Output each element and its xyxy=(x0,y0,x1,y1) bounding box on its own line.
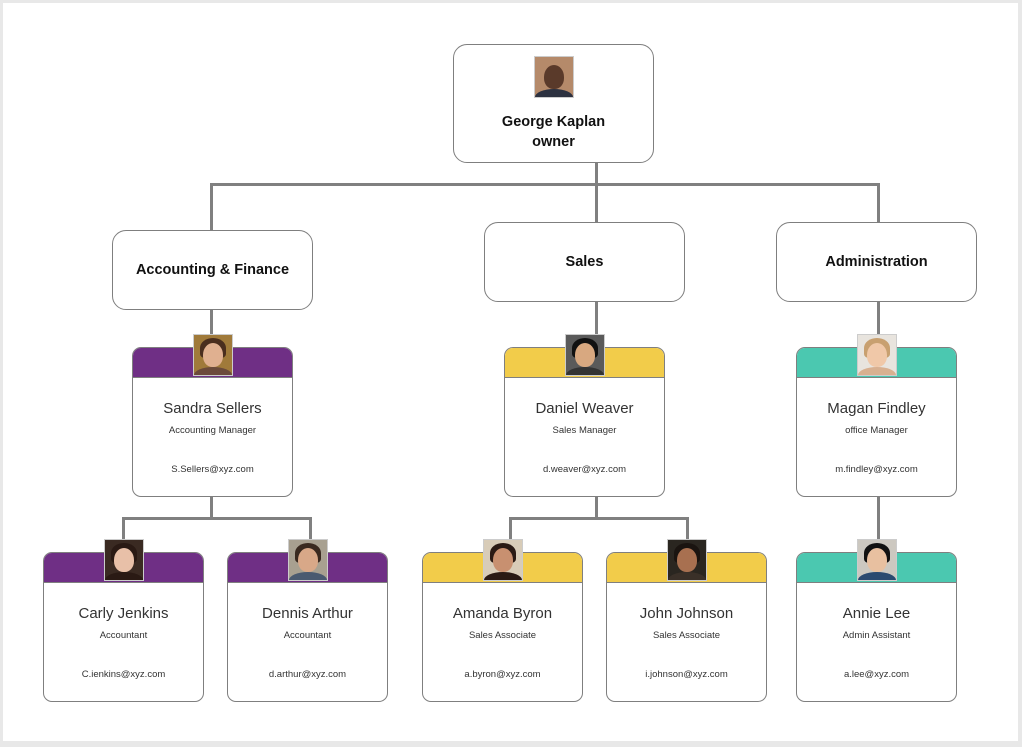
employee-email[interactable]: a.byron@xyz.com xyxy=(423,669,582,680)
department-accounting[interactable]: Accounting & Finance xyxy=(112,230,313,310)
employee-role: Sales Manager xyxy=(552,425,617,436)
employee-name: Carly Jenkins xyxy=(78,605,169,622)
employee-email[interactable]: m.findley@xyz.com xyxy=(797,464,956,475)
department-sales[interactable]: Sales xyxy=(484,222,685,302)
connector-to-administration xyxy=(877,183,880,223)
employee-email[interactable]: i.johnson@xyz.com xyxy=(607,669,766,680)
employee-email[interactable]: S.Sellers@xyz.com xyxy=(133,464,292,475)
employee-card-annie-lee[interactable]: Annie Lee Admin Assistant a.lee@xyz.com xyxy=(796,539,957,702)
connector-to-sales xyxy=(595,183,598,223)
employee-email[interactable]: d.weaver@xyz.com xyxy=(505,464,664,475)
portrait-photo xyxy=(103,539,144,581)
employee-role: Accountant xyxy=(283,630,332,641)
owner-name: George Kaplan xyxy=(501,113,606,130)
connector-top-bus xyxy=(210,183,880,186)
employee-email[interactable]: C.ienkins@xyz.com xyxy=(44,669,203,680)
owner-portrait-photo xyxy=(533,55,574,98)
owner-node[interactable]: George Kaplan owner xyxy=(453,44,654,163)
org-chart-canvas: George Kaplan owner Accounting & Finance… xyxy=(3,3,1018,741)
department-label: Sales xyxy=(565,254,604,270)
employee-name: John Johnson xyxy=(639,605,734,622)
portrait-photo xyxy=(856,334,897,376)
department-administration[interactable]: Administration xyxy=(776,222,977,302)
employee-name: Magan Findley xyxy=(827,400,926,417)
connector-to-accounting xyxy=(210,183,213,231)
department-label: Administration xyxy=(825,254,928,270)
employee-name: Sandra Sellers xyxy=(163,400,262,417)
connector-accounting-staff-down xyxy=(210,497,213,519)
employee-role: Accountant xyxy=(99,630,148,641)
portrait-photo xyxy=(564,334,605,376)
employee-role: Accounting Manager xyxy=(168,425,257,436)
connector-owner-down xyxy=(595,162,598,185)
employee-email[interactable]: a.lee@xyz.com xyxy=(797,669,956,680)
employee-name: Daniel Weaver xyxy=(535,400,634,417)
employee-name: Amanda Byron xyxy=(452,605,553,622)
employee-card-dennis-arthur[interactable]: Dennis Arthur Accountant d.arthur@xyz.co… xyxy=(227,539,388,702)
employee-card-sandra-sellers[interactable]: Sandra Sellers Accounting Manager S.Sell… xyxy=(132,334,293,497)
connector-sales-staff-bus xyxy=(509,517,689,520)
employee-role: office Manager xyxy=(845,425,908,436)
department-label: Accounting & Finance xyxy=(135,262,290,278)
employee-card-amanda-byron[interactable]: Amanda Byron Sales Associate a.byron@xyz… xyxy=(422,539,583,702)
employee-role: Sales Associate xyxy=(468,630,537,641)
portrait-photo xyxy=(287,539,328,581)
employee-role: Admin Assistant xyxy=(842,630,911,641)
employee-name: Dennis Arthur xyxy=(262,605,353,622)
portrait-photo xyxy=(482,539,523,581)
employee-role: Sales Associate xyxy=(652,630,721,641)
owner-title: owner xyxy=(532,133,575,150)
connector-accounting-staff-bus xyxy=(122,517,312,520)
employee-card-magan-findley[interactable]: Magan Findley office Manager m.findley@x… xyxy=(796,334,957,497)
employee-name: Annie Lee xyxy=(842,605,911,622)
employee-email[interactable]: d.arthur@xyz.com xyxy=(228,669,387,680)
employee-card-john-johnson[interactable]: John Johnson Sales Associate i.johnson@x… xyxy=(606,539,767,702)
portrait-photo xyxy=(666,539,707,581)
portrait-photo xyxy=(856,539,897,581)
portrait-photo xyxy=(192,334,233,376)
connector-sales-staff-down xyxy=(595,497,598,519)
connector-admin-staff xyxy=(877,497,880,545)
employee-card-carly-jenkins[interactable]: Carly Jenkins Accountant C.ienkins@xyz.c… xyxy=(43,539,204,702)
employee-card-daniel-weaver[interactable]: Daniel Weaver Sales Manager d.weaver@xyz… xyxy=(504,334,665,497)
